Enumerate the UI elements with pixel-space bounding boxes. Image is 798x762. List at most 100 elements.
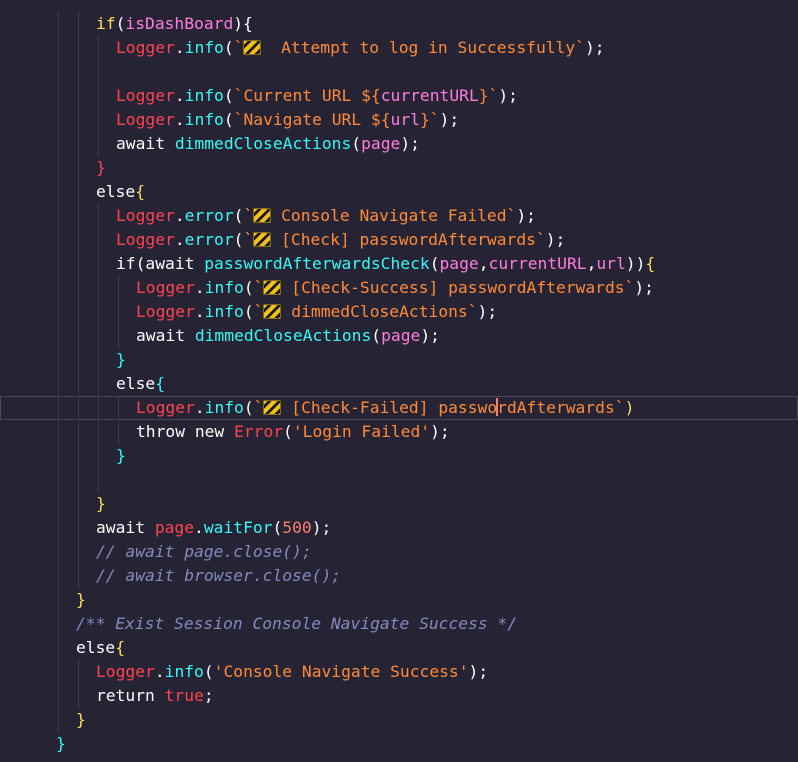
code-line[interactable]: } (0, 588, 798, 612)
code-text: } (76, 708, 86, 732)
indent-guide (58, 12, 59, 36)
code-text: else{ (96, 180, 145, 204)
code-line[interactable]: if(await passwordAfterwardsCheck(page,cu… (0, 252, 798, 276)
indent-guide (98, 420, 99, 444)
construction-sign-icon (243, 40, 262, 55)
code-token: ( (223, 38, 234, 57)
code-token: } (96, 494, 106, 513)
indent-guide (58, 684, 59, 708)
code-line[interactable]: if(isDashBoard){ (0, 12, 798, 36)
construction-sign-icon (263, 304, 282, 319)
code-line[interactable]: } (0, 708, 798, 732)
indent-guide (78, 564, 79, 588)
code-token: } (116, 350, 126, 369)
code-token: if (96, 14, 116, 33)
code-token: else (96, 182, 136, 201)
code-token: info (204, 398, 244, 417)
code-line[interactable]: else{ (0, 372, 798, 396)
code-line[interactable] (0, 468, 798, 492)
code-token: Logger (116, 110, 175, 129)
code-line[interactable]: Logger.info('Console Navigate Success'); (0, 660, 798, 684)
code-line[interactable]: // await page.close(); (0, 540, 798, 564)
indent-guide (78, 324, 79, 348)
indent-guide (78, 228, 79, 252)
indent-guide (78, 420, 79, 444)
code-line[interactable]: Logger.info(` dimmedCloseActions`); (0, 300, 798, 324)
code-token: info (184, 38, 224, 57)
code-line[interactable]: Logger.error(` [Check] passwordAfterward… (0, 228, 798, 252)
code-token: await (96, 518, 155, 537)
code-token: }` (419, 110, 440, 129)
code-text: await dimmedCloseActions(page); (116, 132, 420, 156)
indent-guide (98, 132, 99, 156)
indent-guide (98, 372, 99, 396)
code-line[interactable]: Logger.info(` [Check-Success] passwordAf… (0, 276, 798, 300)
indent-guide (98, 60, 99, 84)
code-line[interactable]: throw new Error('Login Failed'); (0, 420, 798, 444)
code-token: currentURL (380, 86, 479, 105)
code-token: ` (243, 230, 254, 249)
code-editor[interactable]: if(isDashBoard){Logger.info(` Attempt to… (0, 12, 798, 756)
code-token: ); (498, 86, 518, 105)
indent-guide (78, 84, 79, 108)
code-line[interactable]: Logger.info(`Current URL ${currentURL}`)… (0, 84, 798, 108)
code-token: ( (429, 254, 440, 273)
code-token: } (76, 590, 86, 609)
indent-guide (78, 660, 79, 684)
code-line[interactable]: } (0, 492, 798, 516)
code-token: passwordAfterwardsCheck (204, 254, 430, 273)
code-token: Logger (116, 86, 175, 105)
indent-guide (58, 372, 59, 396)
code-token: else (116, 374, 156, 393)
code-token: . (194, 302, 205, 321)
code-line[interactable]: Logger.info(` [Check-Failed] passwordAft… (0, 396, 798, 420)
code-line[interactable]: } (0, 156, 798, 180)
code-line[interactable]: await page.waitFor(500); (0, 516, 798, 540)
code-token: [Check] passwordAfterwards` (271, 230, 546, 249)
code-line[interactable]: else{ (0, 636, 798, 660)
code-text: } (76, 588, 86, 612)
code-line[interactable]: else{ (0, 180, 798, 204)
code-token: 'Console Navigate Success' (213, 662, 469, 681)
indent-guide (78, 468, 79, 492)
code-token: dimmedCloseActions (174, 134, 352, 153)
code-line[interactable]: // await browser.close(); (0, 564, 798, 588)
code-line[interactable]: } (0, 444, 798, 468)
code-token: ` (253, 278, 264, 297)
code-text: } (56, 732, 66, 756)
indent-guide (78, 516, 79, 540)
code-line[interactable]: return true; (0, 684, 798, 708)
code-line[interactable]: await dimmedCloseActions(page); (0, 132, 798, 156)
code-line[interactable]: await dimmedCloseActions(page); (0, 324, 798, 348)
code-line[interactable]: /** Exist Session Console Navigate Succe… (0, 612, 798, 636)
code-text: Logger.info(` [Check-Failed] passwordAft… (136, 396, 634, 420)
indent-guide (58, 468, 59, 492)
code-token: await (116, 134, 175, 153)
indent-guide (58, 228, 59, 252)
indent-guide (58, 156, 59, 180)
indent-guide (98, 36, 99, 60)
code-line[interactable]: Logger.info(`Navigate URL ${url}`); (0, 108, 798, 132)
indent-guide (78, 108, 79, 132)
code-line[interactable] (0, 60, 798, 84)
code-token: ); (545, 230, 566, 249)
code-line[interactable]: Logger.info(` Attempt to log in Successf… (0, 36, 798, 60)
code-token: ){ (233, 14, 253, 33)
indent-guide (58, 36, 59, 60)
code-token: ( (351, 134, 362, 153)
indent-guide (78, 180, 79, 204)
code-token: url (390, 110, 420, 129)
code-token: ( (223, 86, 234, 105)
code-token: // await page.close(); (96, 542, 312, 561)
code-token: . (174, 86, 185, 105)
code-text: else{ (116, 372, 165, 396)
indent-guide (98, 324, 99, 348)
code-line[interactable]: } (0, 732, 798, 756)
indent-guide (58, 492, 59, 516)
code-token: info (164, 662, 204, 681)
code-line[interactable]: } (0, 348, 798, 372)
code-token: ) (624, 398, 635, 417)
code-token: ; (203, 686, 214, 705)
indent-guide (58, 516, 59, 540)
code-line[interactable]: Logger.error(` Console Navigate Failed`)… (0, 204, 798, 228)
